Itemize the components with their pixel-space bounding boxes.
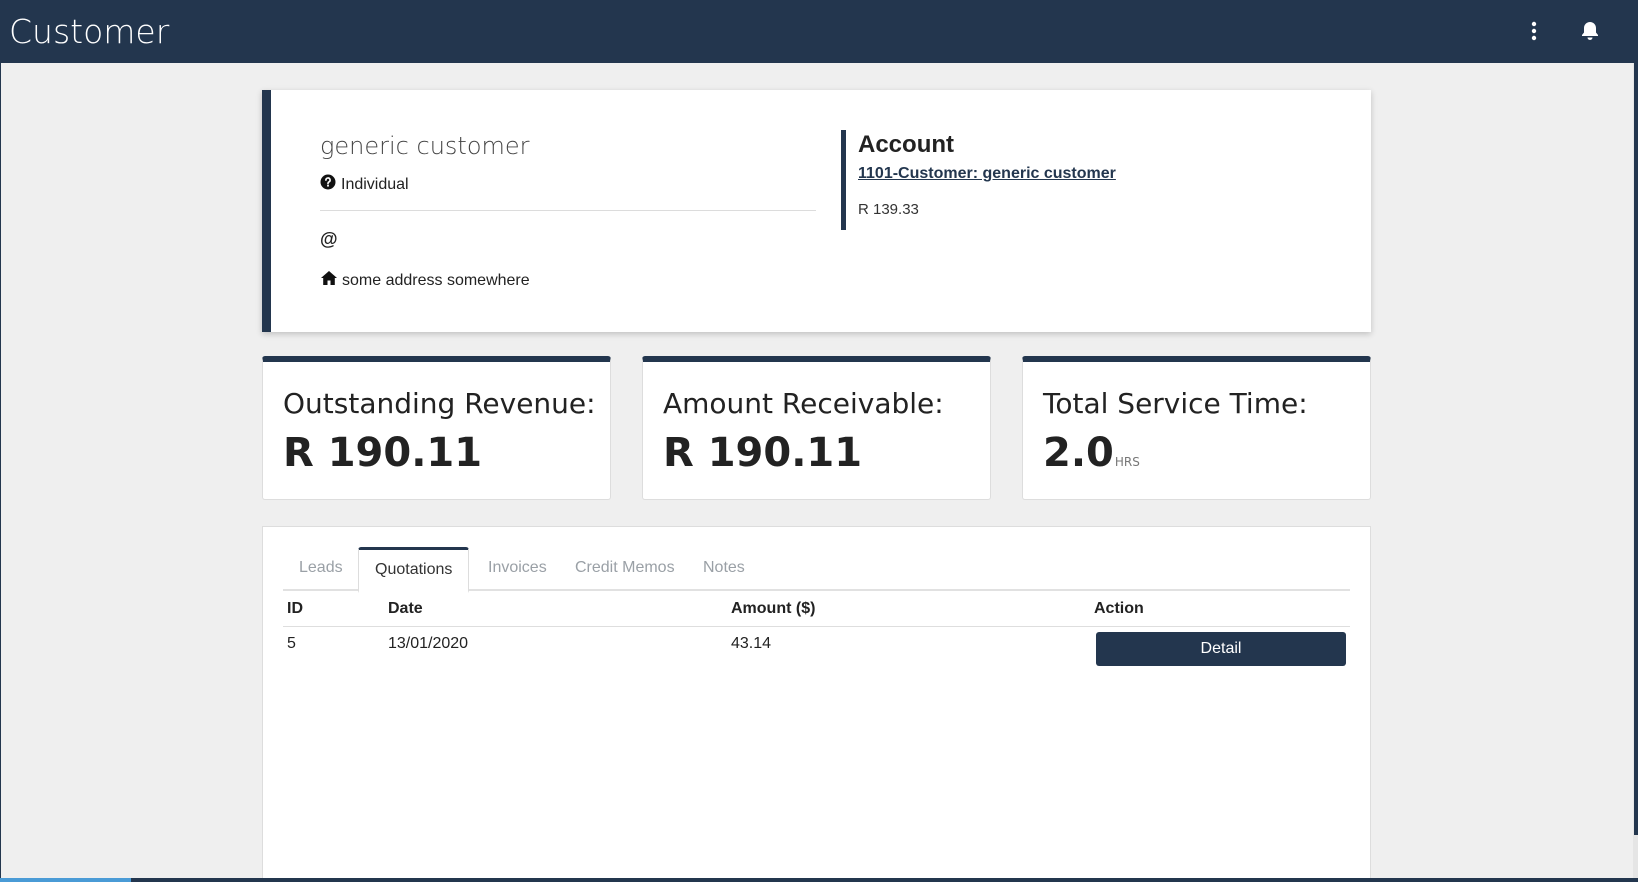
account-link[interactable]: 1101-Customer: generic customer [858,165,1116,183]
customer-type-label: Individual [341,175,409,193]
stat-card-total-service-time: Total Service Time: 2.0HRS [1022,356,1371,500]
profile-divider [320,210,816,211]
table-header: ID Date Amount ($) Action [283,591,1350,627]
account-balance: R 139.33 [858,201,919,218]
kebab-icon[interactable] [1522,19,1546,43]
account-block: Account 1101-Customer: generic customer … [841,130,1116,230]
quotations-table: ID Date Amount ($) Action 5 13/01/2020 4… [283,591,1350,671]
stat-card-amount-receivable: Amount Receivable: R 190.11 [642,356,991,500]
question-circle-icon [320,174,336,195]
account-title: Account [858,131,954,158]
customer-address-text: some address somewhere [342,271,530,289]
tab-bar: Leads Quotations Invoices Credit Memos N… [283,547,1350,593]
col-header-id: ID [287,600,303,617]
stat-value: R 190.11 [283,430,483,476]
detail-button[interactable]: Detail [1096,632,1346,666]
left-edge-line [0,63,1,882]
col-header-action: Action [1094,600,1144,617]
tabs-panel: Leads Quotations Invoices Credit Memos N… [262,526,1371,882]
page-progress-fill [0,878,132,882]
stat-label: Outstanding Revenue: [283,387,596,420]
stat-card-outstanding-revenue: Outstanding Revenue: R 190.11 [262,356,611,500]
tab-credit-memos[interactable]: Credit Memos [559,547,691,591]
bell-icon[interactable] [1578,19,1602,43]
page-title: Customer [9,12,170,51]
home-icon [320,270,338,291]
table-row: 5 13/01/2020 43.14 Detail [283,627,1350,671]
page-progress-bar [0,878,1638,882]
scrollbar-thumb[interactable] [1634,63,1638,835]
col-header-amount: Amount ($) [731,600,816,617]
col-header-date: Date [388,600,423,617]
stat-label: Total Service Time: [1043,387,1308,420]
stat-value: 2.0HRS [1043,430,1140,476]
cell-id: 5 [287,635,296,652]
tab-invoices[interactable]: Invoices [472,547,563,591]
top-app-bar: Customer [0,0,1638,63]
customer-address: some address somewhere [320,270,530,291]
customer-name: generic customer [320,132,530,160]
customer-profile-card: generic customer Individual @ some addre… [262,90,1371,332]
tab-quotations[interactable]: Quotations [358,547,470,593]
cell-date: 13/01/2020 [388,635,469,652]
tab-notes[interactable]: Notes [687,547,761,591]
stat-value: R 190.11 [663,430,863,476]
stat-label: Amount Receivable: [663,387,944,420]
customer-type: Individual [320,174,409,195]
customer-email: @ [320,229,338,249]
stat-unit: HRS [1114,455,1140,469]
cell-amount: 43.14 [731,635,772,652]
tab-leads[interactable]: Leads [283,547,359,591]
